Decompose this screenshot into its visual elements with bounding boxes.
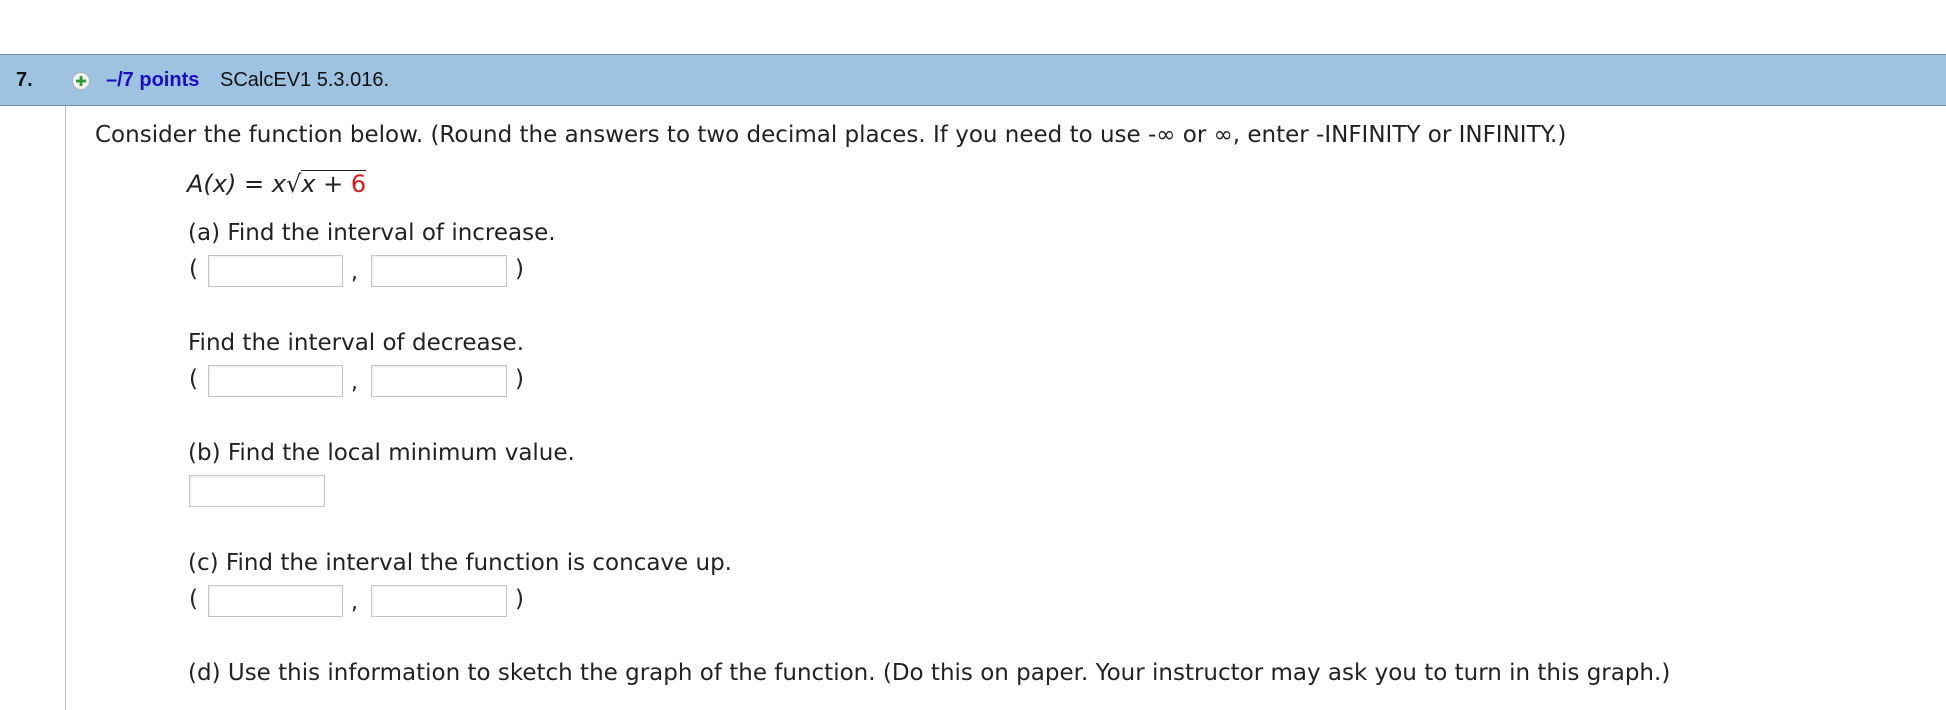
concave-left-input[interactable] [208,585,343,617]
radical-sign: √ [285,170,302,198]
comma: , [351,260,358,285]
part-a-decrease-prompt: Find the interval of decrease. [188,330,525,356]
open-paren: ( [189,586,198,612]
function-formula: A(x) = x√x + 6 [187,170,367,198]
formula-x: x [271,170,286,198]
comma: , [351,370,358,395]
part-a-prompt: (a) Find the interval of increase. [188,220,556,246]
close-paren: ) [515,586,524,612]
part-b-prompt: (b) Find the local minimum value. [188,440,575,466]
formula-plus: + [323,170,344,198]
decrease-right-input[interactable] [371,365,507,397]
instructions-text: Consider the function below. (Round the … [95,122,1567,148]
question-page: 7. –/7 points SCalcEV1 5.3.016. Consider… [0,0,1946,710]
part-d-prompt: (d) Use this information to sketch the g… [188,660,1671,686]
increase-right-input[interactable] [371,255,507,287]
points-link[interactable]: –/7 points [106,69,199,92]
part-c-prompt: (c) Find the interval the function is co… [188,550,732,576]
radicand: x + 6 [301,170,367,198]
question-header: 7. –/7 points SCalcEV1 5.3.016. [0,54,1946,106]
radicand-variable: x [301,170,316,198]
close-paren: ) [515,256,524,282]
question-number: 7. [16,69,33,91]
comma: , [351,590,358,615]
formula-lhs: A(x) [187,170,237,198]
open-paren: ( [189,256,198,282]
local-min-input[interactable] [189,475,325,507]
question-source: SCalcEV1 5.3.016. [220,69,389,91]
formula-constant: 6 [350,170,367,198]
increase-left-input[interactable] [208,255,343,287]
open-paren: ( [189,366,198,392]
close-paren: ) [515,366,524,392]
concave-right-input[interactable] [371,585,507,617]
decrease-left-input[interactable] [208,365,343,397]
left-divider [65,106,66,710]
plus-circle-icon[interactable] [72,72,90,90]
formula-equals: = [244,170,265,198]
